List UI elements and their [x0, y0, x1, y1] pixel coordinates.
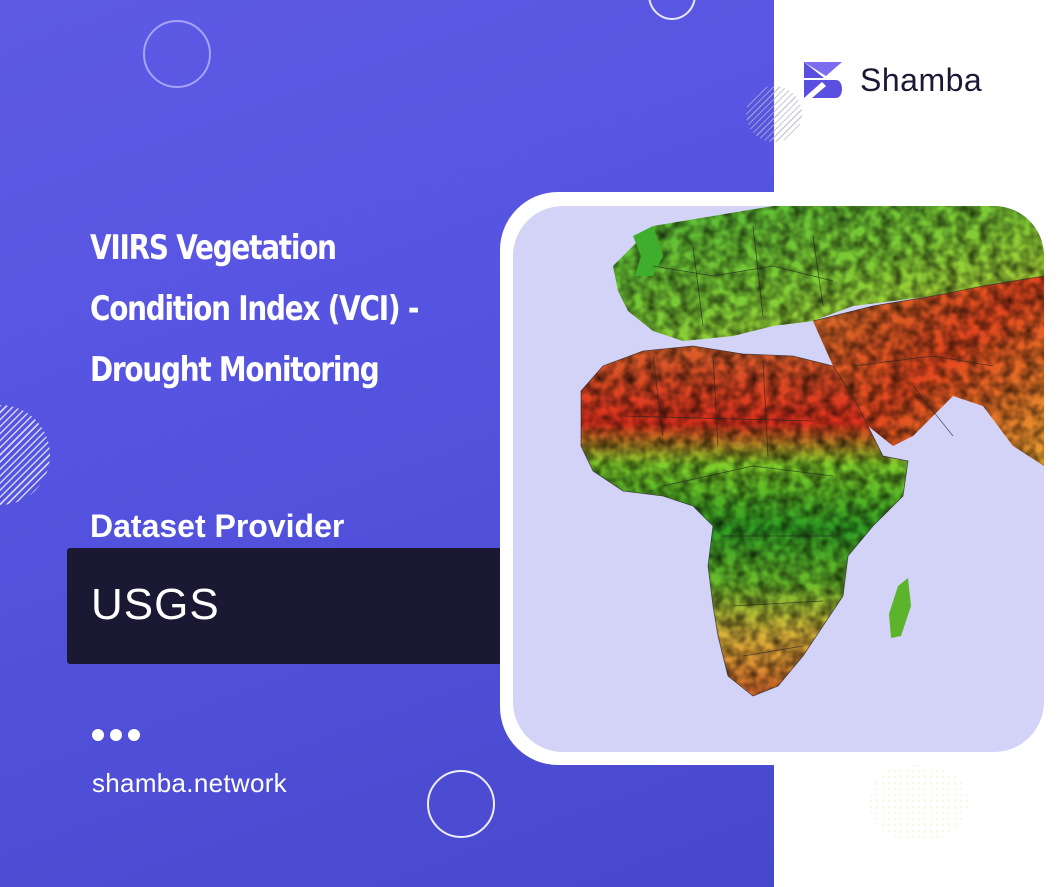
title-line: Condition Index (VCI) - [90, 289, 419, 329]
provider-label: Dataset Provider [90, 508, 345, 544]
ellipsis-dots-icon [92, 729, 140, 741]
website-link[interactable]: shamba.network [92, 768, 287, 799]
provider-box: USGS [67, 548, 522, 664]
decorative-ring [648, 0, 696, 20]
provider-value: USGS [91, 580, 220, 629]
brand-name: Shamba [860, 61, 983, 98]
shamba-logo-icon [804, 62, 842, 98]
vegetation-map [513, 206, 1044, 752]
decorative-ring [143, 20, 211, 88]
decorative-hatched-circle [0, 405, 50, 505]
brand-header: Shamba [802, 60, 982, 100]
decorative-dot-pattern [868, 762, 968, 842]
title-line: Drought Monitoring [90, 350, 380, 390]
decorative-ring [427, 770, 495, 838]
page-title: VIIRS Vegetation Condition Index (VCI) -… [90, 218, 500, 401]
decorative-hatched-circle [746, 86, 802, 142]
vegetation-map-image [580, 206, 1044, 697]
title-line: VIIRS Vegetation [90, 228, 337, 268]
